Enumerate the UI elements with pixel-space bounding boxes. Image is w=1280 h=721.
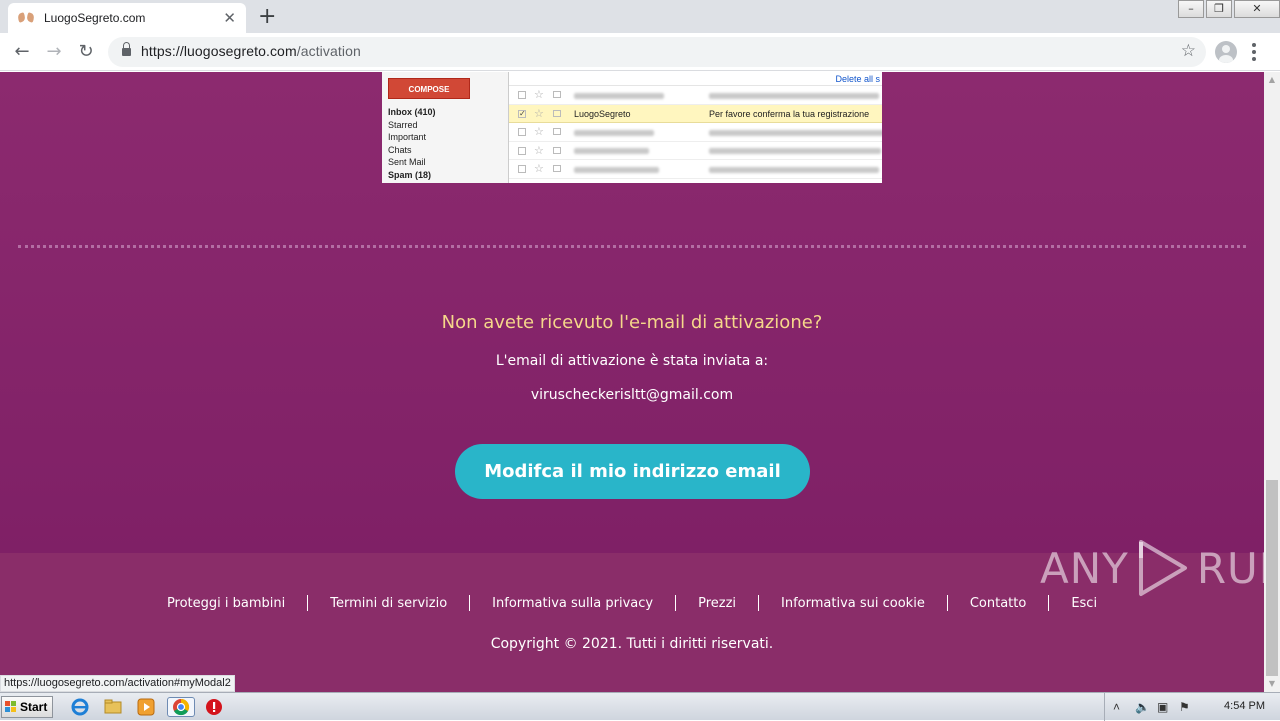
browser-menu-icon[interactable]	[1252, 43, 1256, 64]
gmail-row-blurred: ☆	[509, 142, 882, 160]
scrollbar-thumb[interactable]	[1266, 480, 1278, 676]
activation-section: COMPOSE Inbox (410) Starred Important Ch…	[0, 72, 1264, 553]
footer-link-privacy[interactable]: Informativa sulla privacy	[470, 596, 675, 611]
gmail-row-blurred: ☆	[509, 160, 882, 179]
footer-link-prices[interactable]: Prezzi	[676, 596, 758, 611]
page-scrollbar[interactable]: ▲ ▼	[1264, 72, 1280, 692]
tab-title: LuogoSegreto.com	[44, 11, 146, 25]
scroll-down-arrow-icon[interactable]: ▼	[1264, 676, 1280, 692]
browser-tab[interactable]: LuogoSegreto.com ✕	[8, 3, 246, 33]
not-received-heading: Non avete ricevuto l'e-mail di attivazio…	[441, 312, 823, 333]
taskbar-clock[interactable]: 4:54 PM	[1224, 700, 1265, 712]
play-icon	[1138, 540, 1187, 596]
network-icon[interactable]: ▣	[1157, 700, 1168, 714]
bookmark-star-icon[interactable]: ☆	[1181, 41, 1196, 61]
start-label: Start	[20, 700, 48, 714]
gmail-row-blurred: ☆	[509, 86, 882, 105]
system-tray: ˄ 🔈 ▣ ⚑ 4:54 PM	[1104, 693, 1280, 721]
window-controls: – ❐ ✕	[1176, 0, 1280, 20]
copyright-text: Copyright © 2021. Tutti i diritti riserv…	[490, 636, 774, 652]
gmail-folder: Starred	[388, 119, 418, 130]
gmail-folder: Sent Mail	[388, 157, 426, 168]
gmail-row-blurred: ☆	[509, 123, 882, 142]
url-path: /activation	[296, 43, 361, 59]
minimize-button[interactable]: –	[1178, 0, 1204, 18]
gmail-top-action: Delete all s	[509, 72, 882, 86]
address-bar[interactable]: https://luogosegreto.com/activation ☆	[108, 37, 1206, 67]
file-explorer-icon[interactable]	[103, 697, 123, 717]
footer-link-terms[interactable]: Termini di servizio	[308, 596, 469, 611]
stop-alert-icon[interactable]	[204, 697, 224, 717]
site-favicon-icon	[18, 12, 34, 24]
status-link-preview: https://luogosegreto.com/activation#myMo…	[0, 675, 235, 692]
star-icon: ☆	[534, 107, 544, 120]
windows-taskbar: Start ˄ 🔈 ▣ ⚑ 4:54 PM	[0, 692, 1280, 721]
media-player-icon[interactable]	[136, 697, 156, 717]
browser-tab-strip: LuogoSegreto.com ✕ + – ❐ ✕	[0, 0, 1280, 33]
gmail-folder-list: Inbox (410) Starred Important Chats Sent…	[388, 106, 436, 182]
gmail-message-list: Delete all s ☆ ✓ ☆ LuogoSegreto Per favor…	[509, 72, 882, 183]
gmail-compose-label: COMPOSE	[388, 78, 470, 99]
gmail-sidebar: COMPOSE Inbox (410) Starred Important Ch…	[382, 72, 509, 183]
gmail-row-from: LuogoSegreto	[574, 108, 631, 119]
scroll-up-arrow-icon[interactable]: ▲	[1264, 72, 1280, 88]
gmail-row-subject: Per favore conferma la tua registrazione	[709, 108, 870, 119]
back-arrow-icon[interactable]: ←	[10, 40, 34, 64]
chrome-taskbar-icon[interactable]	[167, 697, 195, 717]
reload-icon[interactable]: ↻	[74, 40, 98, 64]
restore-button[interactable]: ❐	[1206, 0, 1232, 18]
change-email-button[interactable]: Modifca il mio indirizzo email	[455, 444, 810, 499]
internet-explorer-icon[interactable]	[70, 697, 90, 717]
start-button[interactable]: Start	[1, 696, 53, 718]
window-close-button[interactable]: ✕	[1234, 0, 1280, 18]
browser-toolbar: ← → ↻ https://luogosegreto.com/activatio…	[0, 33, 1280, 71]
dotted-divider	[18, 245, 1246, 248]
gmail-row-luogosegreto: ✓ ☆ LuogoSegreto Per favore conferma la t…	[509, 104, 882, 123]
tab-close-icon[interactable]: ✕	[223, 9, 236, 27]
volume-icon[interactable]: 🔈	[1135, 700, 1150, 714]
gmail-folder: Inbox (410)	[388, 107, 436, 117]
windows-logo-icon	[5, 701, 17, 713]
tray-expand-icon[interactable]: ˄	[1113, 700, 1120, 714]
footer-link-cookies[interactable]: Informativa sui cookie	[759, 596, 947, 611]
gmail-instruction-image: COMPOSE Inbox (410) Starred Important Ch…	[382, 72, 882, 183]
gmail-folder: Important	[388, 132, 427, 143]
url-host: https://luogosegreto.com	[141, 43, 297, 59]
profile-avatar-icon[interactable]	[1215, 41, 1237, 63]
watermark-left-text: ANY	[1040, 543, 1129, 593]
registered-email: viruscheckerisltt@gmail.com	[530, 387, 734, 403]
lock-icon	[122, 42, 131, 57]
checkbox-checked-icon: ✓	[518, 108, 526, 118]
forward-arrow-icon[interactable]: →	[42, 40, 66, 64]
gmail-folder: Chats	[388, 144, 412, 155]
anyrun-watermark: ANY RUN	[1040, 536, 1280, 600]
action-center-flag-icon[interactable]: ⚑	[1179, 700, 1190, 714]
gmail-folder: Spam (18)	[388, 169, 432, 180]
new-tab-button[interactable]: +	[258, 4, 276, 29]
sent-to-label: L'email di attivazione è stata inviata a…	[495, 353, 769, 369]
footer-link-protect-children[interactable]: Proteggi i bambini	[145, 596, 307, 611]
footer-link-contact[interactable]: Contatto	[948, 596, 1048, 611]
address-url: https://luogosegreto.com/activation	[141, 43, 361, 59]
